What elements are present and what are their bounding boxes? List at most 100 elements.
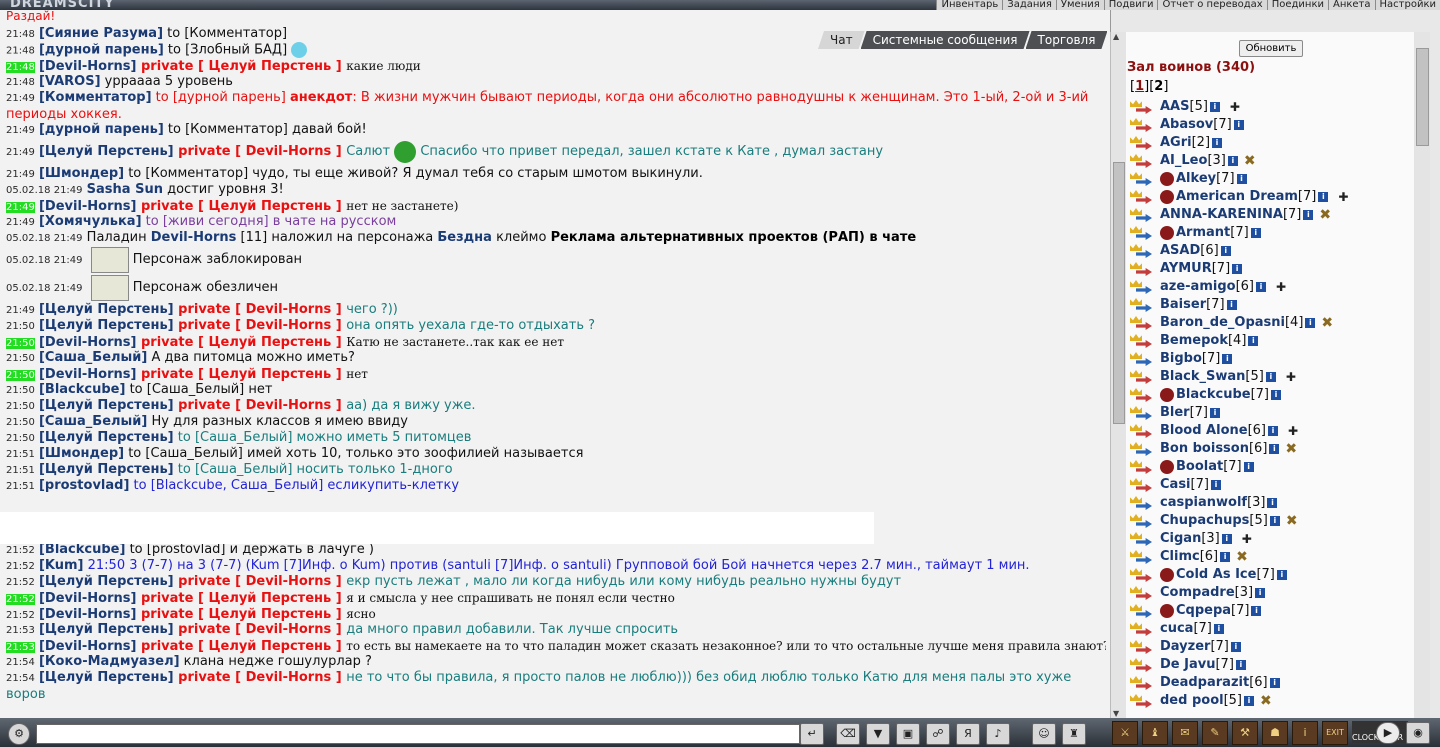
- player-info-icon[interactable]: i: [1269, 678, 1280, 688]
- player-row[interactable]: Deadparazit [6] i: [1130, 674, 1414, 692]
- player-row[interactable]: Bon boisson [6] i ✖: [1130, 440, 1414, 458]
- refresh-button[interactable]: Обновить: [1239, 40, 1303, 57]
- player-info-icon[interactable]: i: [1268, 426, 1279, 436]
- player-name[interactable]: caspianwolf: [1160, 494, 1247, 512]
- player-name[interactable]: Compadre: [1160, 584, 1235, 602]
- player-name[interactable]: Bigbo: [1160, 350, 1202, 368]
- player-row[interactable]: Black_Swan [5] i ✚: [1130, 368, 1414, 386]
- user-name[interactable]: [Devil-Horns]: [39, 335, 137, 350]
- player-name[interactable]: AAS: [1160, 98, 1190, 116]
- page-link-1[interactable]: 1: [1135, 79, 1144, 94]
- chat-scrollbar[interactable]: ▲ ▼: [1110, 32, 1126, 718]
- user-name[interactable]: Бездна: [437, 230, 492, 245]
- player-info-icon[interactable]: i: [1235, 660, 1246, 670]
- player-name[interactable]: aze-amigo: [1160, 278, 1236, 296]
- exit-button[interactable]: EXIT: [1322, 721, 1348, 745]
- player-info-icon[interactable]: i: [1222, 354, 1233, 364]
- user-name[interactable]: [Devil-Horns]: [39, 59, 137, 74]
- user-name[interactable]: [Devil-Horns]: [39, 591, 137, 606]
- top-menu-item[interactable]: Подвиги: [1103, 0, 1158, 10]
- user-name[interactable]: [Целуй Перстень]: [39, 302, 174, 317]
- clan-emblem-icon[interactable]: [1160, 226, 1174, 240]
- player-info-icon[interactable]: i: [1232, 264, 1243, 274]
- forge-icon[interactable]: ⚒: [1232, 721, 1258, 745]
- player-info-icon[interactable]: i: [1255, 282, 1266, 292]
- player-info-icon[interactable]: i: [1276, 570, 1287, 580]
- player-info-icon[interactable]: i: [1303, 210, 1314, 220]
- player-name[interactable]: Bon boisson: [1160, 440, 1249, 458]
- player-info-icon[interactable]: i: [1269, 516, 1280, 526]
- user-name[interactable]: [Целуй Перстень]: [39, 318, 174, 333]
- player-info-icon[interactable]: i: [1212, 138, 1223, 148]
- player-info-icon[interactable]: i: [1210, 480, 1221, 490]
- player-info-icon[interactable]: i: [1244, 696, 1254, 706]
- player-row[interactable]: Dayzer [7] i: [1130, 638, 1414, 656]
- player-row[interactable]: Bler [7] i: [1130, 404, 1414, 422]
- clan-emblem-icon[interactable]: [1160, 388, 1174, 402]
- player-info-icon[interactable]: i: [1265, 372, 1276, 382]
- player-name[interactable]: American Dream: [1176, 188, 1298, 206]
- player-row[interactable]: Bigbo [7] i: [1130, 350, 1414, 368]
- players-scroll-thumb[interactable]: [1416, 48, 1429, 146]
- player-info-icon[interactable]: i: [1233, 120, 1244, 130]
- top-menu-item[interactable]: Инвентарь: [936, 0, 1003, 10]
- user-name[interactable]: [дурной парень]: [39, 43, 164, 58]
- speaker-icon[interactable]: ◉: [1406, 722, 1430, 744]
- user-name[interactable]: [Хомячулька]: [39, 214, 142, 229]
- player-row[interactable]: ded pool [5] i ✖: [1130, 692, 1414, 710]
- player-info-icon[interactable]: i: [1221, 534, 1232, 544]
- user-name[interactable]: [Целуй Перстень]: [39, 398, 174, 413]
- player-name[interactable]: Cigan: [1160, 530, 1201, 548]
- user-name[interactable]: [Саша_Белый]: [39, 414, 147, 429]
- player-info-icon[interactable]: i: [1305, 318, 1316, 328]
- player-row[interactable]: Abasov [7] i: [1130, 116, 1414, 134]
- player-row[interactable]: AGri [2] i: [1130, 134, 1414, 152]
- save-icon[interactable]: ▣: [896, 723, 920, 745]
- map-icon[interactable]: ✎: [1202, 721, 1228, 745]
- top-menu-item[interactable]: Задания: [1002, 0, 1056, 10]
- eraser-icon[interactable]: ⌫: [836, 723, 860, 745]
- translit-icon[interactable]: Я: [956, 723, 980, 745]
- chat-scroll-thumb[interactable]: [1113, 162, 1125, 424]
- gear-icon[interactable]: ⚙: [8, 723, 30, 745]
- player-row[interactable]: ASAD [6] i: [1130, 242, 1414, 260]
- player-name[interactable]: Blood Alone: [1160, 422, 1248, 440]
- user-name[interactable]: [Kum]: [39, 558, 84, 573]
- user-name[interactable]: [Целуй Перстень]: [39, 574, 174, 589]
- bag-icon[interactable]: ♝: [1142, 721, 1168, 745]
- user-name[interactable]: [Комментатор]: [39, 90, 152, 105]
- user-name[interactable]: [Devil-Horns]: [39, 367, 137, 382]
- player-info-icon[interactable]: i: [1210, 408, 1221, 418]
- user-name[interactable]: [Devil-Horns]: [39, 639, 137, 654]
- fight-icon[interactable]: ⚔: [1112, 721, 1138, 745]
- player-name[interactable]: Bler: [1160, 404, 1190, 422]
- player-info-icon[interactable]: i: [1213, 624, 1224, 634]
- tab-0[interactable]: Чат: [818, 31, 865, 49]
- player-name[interactable]: Cqpepa: [1176, 602, 1231, 620]
- clan-emblem-icon[interactable]: [1160, 568, 1174, 582]
- user-name[interactable]: [Целуй Перстень]: [39, 462, 174, 477]
- player-info-icon[interactable]: i: [1269, 444, 1280, 454]
- user-name[interactable]: [Целуй Перстень]: [39, 670, 174, 685]
- player-row[interactable]: Cigan [3] i ✚: [1130, 530, 1414, 548]
- top-menu-item[interactable]: Настройки: [1374, 0, 1440, 10]
- player-name[interactable]: Chupachups: [1160, 512, 1249, 530]
- player-info-icon[interactable]: i: [1209, 102, 1220, 112]
- player-row[interactable]: AI_Leo [3] i ✖: [1130, 152, 1414, 170]
- player-name[interactable]: Boolat: [1176, 458, 1223, 476]
- player-row[interactable]: De Javu [7] i: [1130, 656, 1414, 674]
- info-icon[interactable]: i: [1292, 721, 1318, 745]
- tab-1[interactable]: Системные сообщения: [861, 31, 1030, 49]
- top-menu-item[interactable]: Поединки: [1266, 0, 1328, 10]
- player-name[interactable]: Climc: [1160, 548, 1200, 566]
- player-row[interactable]: Cold As Ice [7] i: [1130, 566, 1414, 584]
- player-row[interactable]: American Dream [7] i ✚: [1130, 188, 1414, 206]
- player-row[interactable]: Baron_de_Opasni [4] i ✖: [1130, 314, 1414, 332]
- player-row[interactable]: Boolat [7] i: [1130, 458, 1414, 476]
- player-info-icon[interactable]: i: [1230, 642, 1241, 652]
- player-name[interactable]: Baron_de_Opasni: [1160, 314, 1285, 332]
- player-name[interactable]: Abasov: [1160, 116, 1213, 134]
- user-name[interactable]: [Коко-Мадмуазел]: [39, 654, 180, 669]
- user-name[interactable]: [Devil-Horns]: [39, 199, 137, 214]
- player-name[interactable]: Bemepok: [1160, 332, 1228, 350]
